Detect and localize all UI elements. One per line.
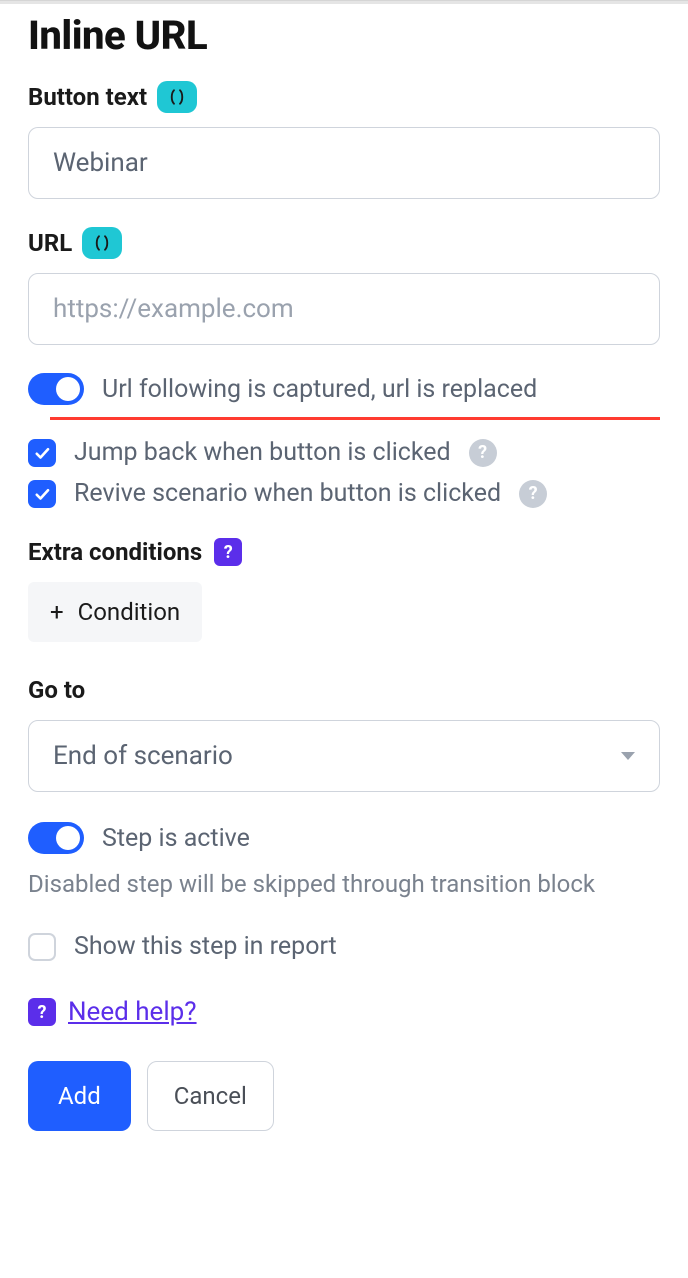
- go-to-selected: End of scenario: [53, 741, 233, 771]
- label-text: URL: [28, 229, 72, 257]
- show-report-row: Show this step in report: [28, 932, 660, 961]
- cancel-button[interactable]: Cancel: [147, 1061, 274, 1131]
- show-report-label: Show this step in report: [74, 932, 337, 961]
- variable-icon[interactable]: [82, 227, 122, 259]
- step-active-block: Step is active Disabled step will be ski…: [28, 822, 660, 902]
- capture-toggle[interactable]: [28, 373, 84, 405]
- jump-back-row: Jump back when button is clicked ?: [28, 438, 660, 467]
- help-icon[interactable]: ?: [469, 439, 497, 467]
- variable-icon[interactable]: [157, 81, 197, 113]
- step-active-row: Step is active: [28, 822, 660, 854]
- label-text: Go to: [28, 676, 85, 704]
- extra-conditions-label: Extra conditions ?: [28, 538, 660, 566]
- button-text-field: Button text: [28, 81, 660, 199]
- url-label: URL: [28, 227, 660, 259]
- button-text-input[interactable]: [28, 127, 660, 199]
- revive-checkbox[interactable]: [28, 480, 56, 508]
- show-report-checkbox[interactable]: [28, 933, 56, 961]
- add-button[interactable]: Add: [28, 1061, 131, 1131]
- need-help-row: ? Need help?: [28, 997, 660, 1027]
- plus-icon: +: [50, 598, 64, 626]
- url-field: URL: [28, 227, 660, 345]
- button-text-label: Button text: [28, 81, 660, 113]
- page-title: Inline URL: [28, 12, 660, 59]
- step-active-hint: Disabled step will be skipped through tr…: [28, 866, 660, 902]
- go-to-label: Go to: [28, 676, 660, 704]
- highlight-underline: [50, 417, 660, 420]
- capture-toggle-label: Url following is captured, url is replac…: [102, 375, 537, 404]
- add-condition-button[interactable]: + Condition: [28, 582, 202, 642]
- window-top-border: [0, 0, 688, 4]
- label-text: Extra conditions: [28, 538, 202, 566]
- condition-button-label: Condition: [78, 598, 181, 626]
- help-square-icon[interactable]: ?: [214, 538, 242, 566]
- label-text: Button text: [28, 83, 147, 111]
- url-input[interactable]: [28, 273, 660, 345]
- need-help-link[interactable]: Need help?: [68, 997, 197, 1027]
- jump-back-label: Jump back when button is clicked: [74, 438, 451, 467]
- step-active-label: Step is active: [102, 824, 250, 853]
- revive-label: Revive scenario when button is clicked: [74, 479, 501, 508]
- help-square-icon: ?: [28, 998, 56, 1026]
- chevron-down-icon: [621, 752, 635, 760]
- jump-back-checkbox[interactable]: [28, 439, 56, 467]
- action-buttons: Add Cancel: [28, 1061, 660, 1131]
- go-to-select[interactable]: End of scenario: [28, 720, 660, 792]
- step-active-toggle[interactable]: [28, 822, 84, 854]
- capture-toggle-row: Url following is captured, url is replac…: [28, 373, 660, 405]
- help-icon[interactable]: ?: [519, 480, 547, 508]
- revive-row: Revive scenario when button is clicked ?: [28, 479, 660, 508]
